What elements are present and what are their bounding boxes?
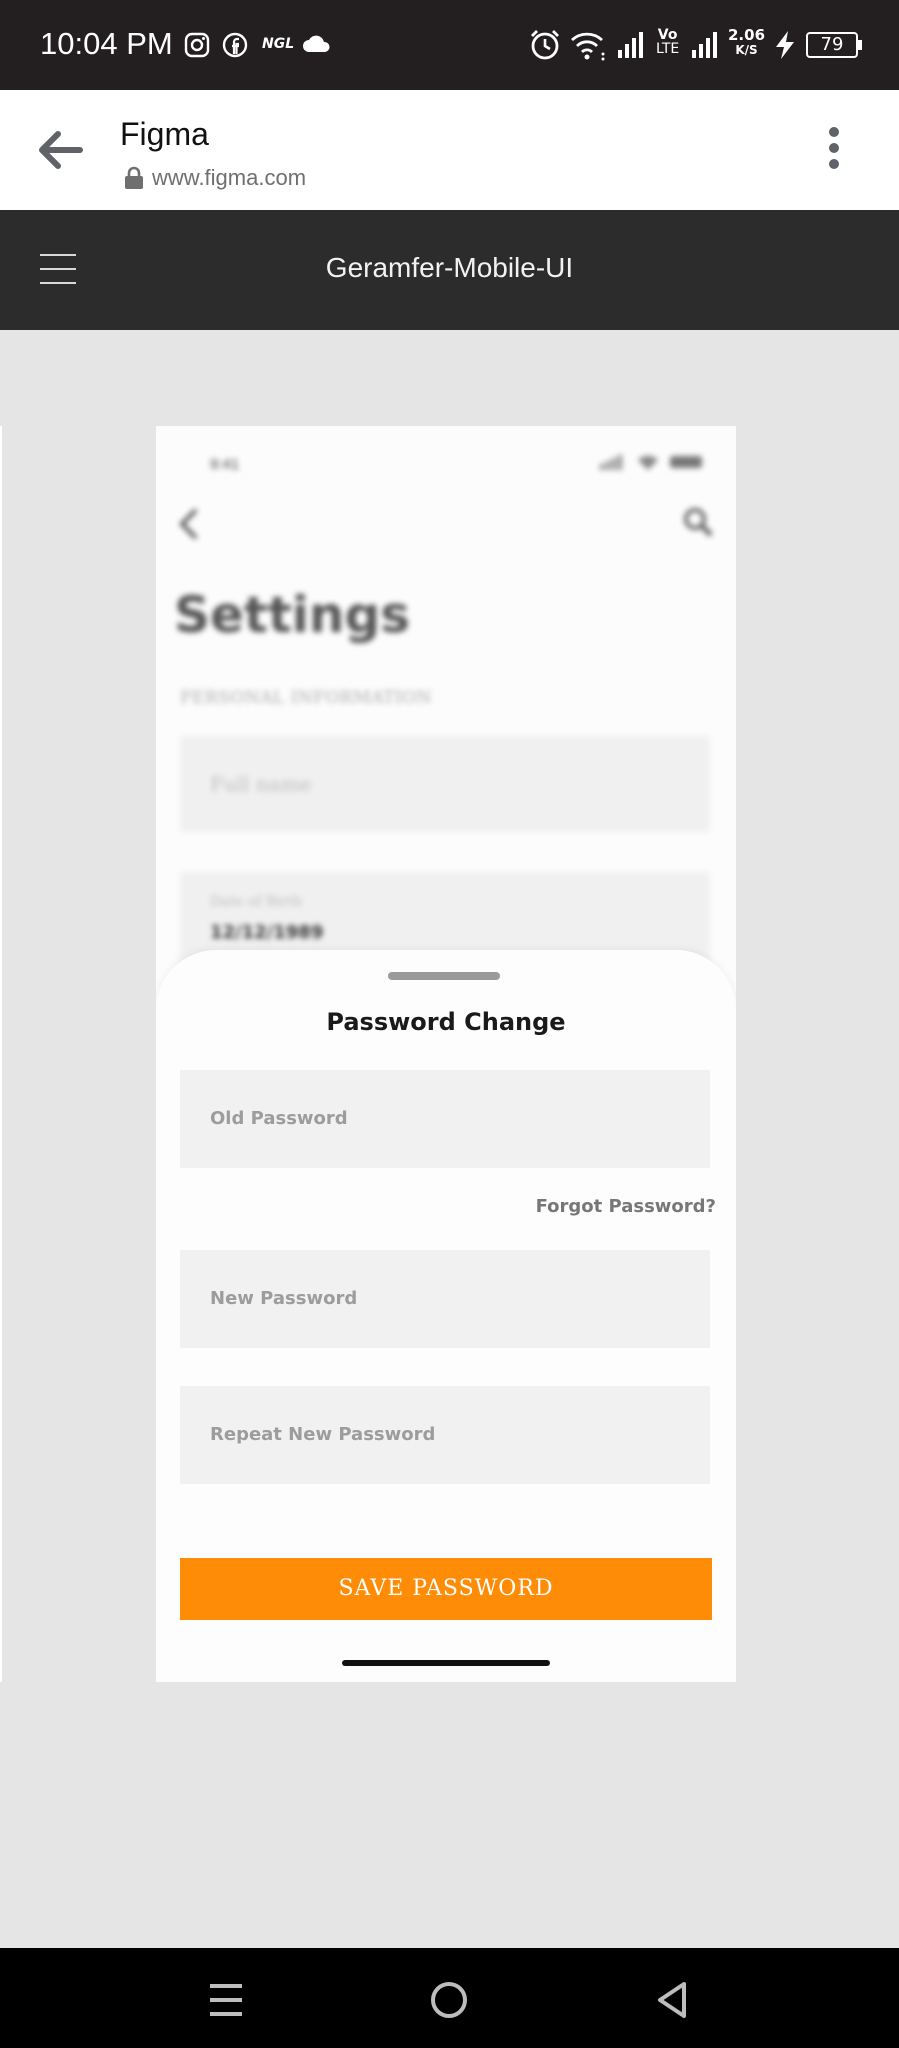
lock-icon xyxy=(125,166,143,189)
full-name-placeholder: Full name xyxy=(210,772,312,796)
battery-tip xyxy=(858,40,862,50)
more-options-icon[interactable] xyxy=(826,126,842,170)
home-indicator xyxy=(342,1660,550,1666)
personal-info-label: PERSONAL INFORMATION xyxy=(180,688,432,708)
password-change-sheet: Password Change Old Password Forgot Pass… xyxy=(156,950,736,1682)
signal-icon xyxy=(618,32,643,58)
navigation-bar xyxy=(0,1948,899,2048)
ngl-icon: NGL xyxy=(262,36,295,52)
charging-icon xyxy=(776,31,794,59)
new-password-placeholder: New Password xyxy=(210,1288,358,1309)
full-name-field[interactable]: Full name xyxy=(180,736,710,832)
recent-apps-icon[interactable] xyxy=(204,1978,248,2022)
sheet-drag-handle[interactable] xyxy=(388,972,500,980)
new-password-input[interactable]: New Password xyxy=(180,1250,710,1348)
status-time: 10:04 PM xyxy=(40,26,173,61)
dob-value: 12/12/1989 xyxy=(210,922,324,943)
nav-back-icon[interactable] xyxy=(650,1978,694,2022)
phone-back-icon[interactable] xyxy=(176,506,202,542)
sheet-title: Password Change xyxy=(326,1008,566,1036)
network-speed: 2.06 K/S xyxy=(728,28,765,58)
canvas-edge xyxy=(0,426,2,1682)
phone-status-icons xyxy=(600,455,702,470)
phone-status-time: 9:41 xyxy=(210,456,240,473)
phone-search-icon[interactable] xyxy=(682,506,714,538)
old-password-placeholder: Old Password xyxy=(210,1108,348,1129)
browser-url: www.figma.com xyxy=(152,165,307,190)
cloud-icon xyxy=(303,35,330,52)
signal-icon xyxy=(692,32,717,58)
forgot-password-link[interactable]: Forgot Password? xyxy=(536,1196,716,1217)
repeat-password-input[interactable]: Repeat New Password xyxy=(180,1386,710,1484)
volte-icon: Vo LTE xyxy=(656,28,679,56)
volte-bottom: LTE xyxy=(656,41,680,57)
speed-unit: K/S xyxy=(735,43,758,57)
figma-header: Geramfer-Mobile-UI xyxy=(0,210,899,330)
save-password-button[interactable]: SAVE PASSWORD xyxy=(180,1558,712,1620)
browser-url-row[interactable]: www.figma.com xyxy=(124,162,306,194)
wifi-icon xyxy=(571,32,605,61)
facebook-icon xyxy=(222,32,248,58)
repeat-password-placeholder: Repeat New Password xyxy=(210,1424,436,1445)
prototype-frame: 9:41 Settings PERSONAL INFORMATION Full … xyxy=(156,426,736,1682)
old-password-input[interactable]: Old Password xyxy=(180,1070,710,1168)
browser-bar: Figma www.figma.com xyxy=(0,90,899,210)
back-arrow-icon[interactable] xyxy=(36,128,84,172)
volte-top: Vo xyxy=(657,27,678,43)
status-bar: 10:04 PM NGL Vo LTE 2.06 K/S 79 xyxy=(0,0,899,90)
browser-page-title: Figma xyxy=(120,116,209,152)
figma-file-title: Geramfer-Mobile-UI xyxy=(325,252,574,283)
dob-label: Date of Birth xyxy=(210,894,303,910)
battery-level: 79 xyxy=(820,34,844,55)
settings-heading: Settings xyxy=(174,586,411,644)
instagram-icon xyxy=(184,32,210,58)
alarm-icon xyxy=(531,30,559,60)
home-icon[interactable] xyxy=(427,1978,471,2022)
speed-value: 2.06 xyxy=(728,26,766,44)
battery-icon: 79 xyxy=(806,32,858,58)
